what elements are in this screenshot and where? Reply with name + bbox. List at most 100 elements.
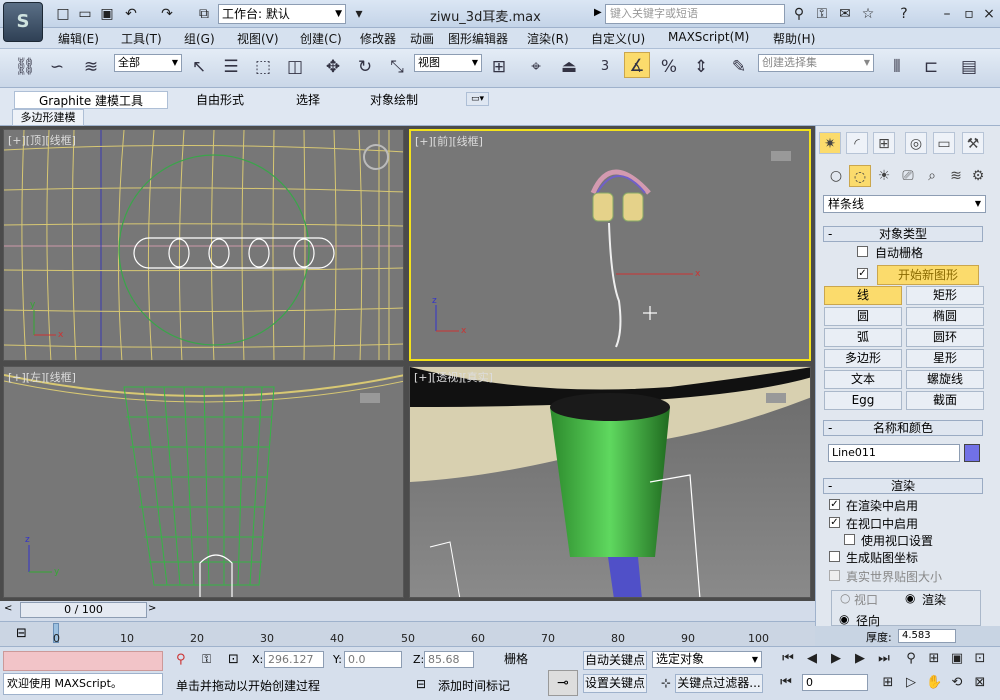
lock-icon[interactable]: ⚿ — [202, 652, 211, 667]
menu-maxscript[interactable]: MAXScript(M) — [668, 30, 749, 44]
menu-customize[interactable]: 自定义(U) — [591, 30, 645, 47]
name-color-rollout[interactable]: - 名称和颜色 — [823, 420, 983, 436]
time-tag-icon[interactable]: ⊟ — [416, 677, 426, 691]
text-button[interactable]: 文本 — [824, 370, 902, 389]
ngon-button[interactable]: 多边形 — [824, 349, 902, 368]
viewport-radio[interactable]: ○ — [840, 591, 850, 605]
goto-start-icon[interactable]: ⏮ — [780, 651, 796, 667]
menu-group[interactable]: 组(G) — [184, 30, 215, 47]
zoom-all-icon[interactable]: ⊞ — [926, 651, 942, 667]
window-crossing-icon[interactable]: ◫ — [282, 54, 308, 80]
menu-graph-editors[interactable]: 图形编辑器 — [448, 30, 508, 47]
cameras-icon[interactable]: ⎚ — [897, 165, 919, 187]
tab-object-paint[interactable]: 对象绘制 — [362, 91, 426, 109]
systems-icon[interactable]: ⚙ — [967, 165, 989, 187]
zoom-extents-icon[interactable]: ▣ — [949, 651, 965, 667]
slider-prev-icon[interactable]: < — [4, 603, 12, 614]
circle-button[interactable]: 圆 — [824, 307, 902, 326]
auto-key-button[interactable]: 自动关键点 — [583, 651, 647, 670]
zoom-icon[interactable]: ⚲ — [903, 651, 919, 667]
autogrid-checkbox[interactable] — [857, 246, 868, 257]
select-by-name-icon[interactable]: ☰ — [218, 54, 244, 80]
slider-next-icon[interactable]: > — [148, 603, 156, 614]
percent-snap-icon[interactable]: % — [656, 54, 682, 80]
binoculars-icon[interactable]: ⚲ — [790, 5, 808, 23]
helix-button[interactable]: 螺旋线 — [906, 370, 984, 389]
arc-button[interactable]: 弧 — [824, 328, 902, 347]
utilities-tab-icon[interactable]: ⚒ — [962, 132, 984, 154]
motion-tab-icon[interactable]: ◎ — [905, 132, 927, 154]
menu-modifiers[interactable]: 修改器 — [360, 30, 396, 47]
set-key-button[interactable]: 设置关键点 — [583, 674, 647, 693]
menu-rendering[interactable]: 渲染(R) — [527, 30, 569, 47]
hierarchy-tab-icon[interactable]: ⊞ — [873, 132, 895, 154]
pivot-center-icon[interactable]: ⊞ — [486, 54, 512, 80]
selection-lock-icon[interactable]: ⚲ — [176, 652, 186, 667]
maxscript-mini-listener[interactable] — [3, 651, 163, 671]
use-viewport-settings-checkbox[interactable] — [844, 534, 855, 545]
viewport-front-label[interactable]: [+][前][线框] — [415, 133, 483, 149]
spinner-snap-icon[interactable]: ⇕ — [688, 54, 714, 80]
open-file-icon[interactable]: ▭ — [76, 5, 94, 23]
geometry-icon[interactable]: ○ — [825, 165, 847, 187]
save-icon[interactable]: ▣ — [98, 5, 116, 23]
key-filter-icon[interactable]: ⊹ — [661, 676, 671, 690]
close-icon[interactable]: × — [980, 5, 998, 23]
subscription-icon[interactable]: ⚿ — [813, 5, 831, 23]
play-icon[interactable]: ▶ — [828, 651, 844, 667]
select-manipulate-icon[interactable]: ⌖ — [523, 54, 549, 80]
object-type-rollout[interactable]: - 对象类型 — [823, 226, 983, 242]
named-selection-combo[interactable]: 创建选择集 ▼ — [758, 54, 874, 72]
subtab-polygon-modeling[interactable]: 多边形建模 — [12, 109, 84, 126]
spacewarps-icon[interactable]: ≋ — [945, 165, 967, 187]
shape-category-combo[interactable]: 样条线 ▼ — [823, 195, 986, 213]
snaps-toggle-icon[interactable]: 3 — [592, 54, 618, 80]
add-time-tag[interactable]: 添加时间标记 — [438, 677, 510, 694]
display-tab-icon[interactable]: ▭ — [933, 132, 955, 154]
help-icon[interactable]: ? — [895, 5, 913, 23]
favorites-icon[interactable]: ☆ — [859, 5, 877, 23]
z-coordinate-field[interactable]: 85.68 — [424, 651, 474, 668]
field-of-view-icon[interactable]: ▷ — [903, 675, 919, 691]
undo-icon[interactable]: ↶ — [122, 5, 140, 23]
tab-freeform[interactable]: 自由形式 — [188, 91, 252, 109]
donut-button[interactable]: 圆环 — [906, 328, 984, 347]
app-menu-button[interactable]: S — [3, 2, 43, 42]
project-folder-icon[interactable]: ⧉ — [195, 5, 213, 23]
section-button[interactable]: 截面 — [906, 391, 984, 410]
menu-tools[interactable]: 工具(T) — [121, 30, 162, 47]
redo-icon[interactable]: ↷ — [158, 5, 176, 23]
zoom-extents-all-icon[interactable]: ⊡ — [972, 651, 988, 667]
next-frame-icon[interactable]: ▶ — [852, 651, 868, 667]
line-button[interactable]: 线 — [824, 286, 902, 305]
key-mode-icon[interactable]: ⏮ — [778, 675, 794, 691]
viewport-left[interactable]: [+][左][线框] z y — [3, 366, 404, 598]
gen-mapping-coords-checkbox[interactable] — [829, 551, 840, 562]
start-new-shape-checkbox[interactable]: ✓ — [857, 268, 868, 279]
viewport-front[interactable]: [+][前][线框] x z x — [409, 129, 811, 361]
lights-icon[interactable]: ☀ — [873, 165, 895, 187]
thickness-input[interactable]: 4.583 — [898, 629, 956, 643]
prev-frame-icon[interactable]: ◀ — [804, 651, 820, 667]
angle-snap-icon[interactable]: ∡ — [624, 52, 650, 78]
layer-manager-icon[interactable]: ▤ — [956, 54, 982, 80]
goto-end-icon[interactable]: ⏭ — [876, 651, 892, 667]
object-color-swatch[interactable] — [964, 444, 980, 462]
shapes-icon[interactable]: ◌ — [849, 165, 871, 187]
time-slider[interactable]: 0 / 100 — [20, 602, 147, 618]
modify-tab-icon[interactable]: ◜ — [846, 132, 868, 154]
menu-animation[interactable]: 动画 — [410, 30, 434, 47]
link-icon[interactable]: ⛓ — [12, 54, 38, 80]
pan-icon[interactable]: ✋ — [926, 675, 942, 691]
render-radio[interactable]: ◉ — [905, 591, 915, 605]
workspace-combo[interactable]: 工作台: 默认 ▼ — [218, 4, 346, 24]
minimize-icon[interactable]: – — [938, 5, 956, 23]
egg-button[interactable]: Egg — [824, 391, 902, 410]
select-object-icon[interactable]: ↖ — [186, 54, 212, 80]
communication-icon[interactable]: ✉ — [836, 5, 854, 23]
restore-icon[interactable]: ▫ — [960, 5, 978, 23]
search-input[interactable]: 键入关键字或短语 — [605, 4, 785, 24]
current-frame-field[interactable]: 0 — [802, 674, 868, 691]
abs-offset-icon[interactable]: ⊡ — [228, 652, 239, 667]
menu-help[interactable]: 帮助(H) — [773, 30, 815, 47]
